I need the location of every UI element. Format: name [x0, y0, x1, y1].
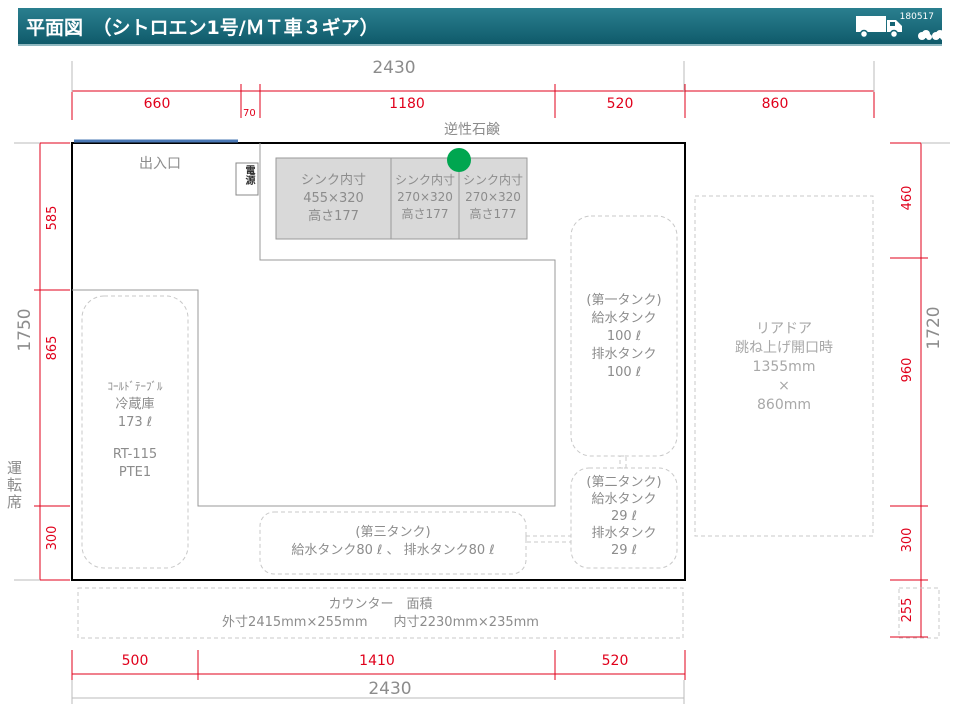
power-label: 電源	[243, 165, 254, 185]
rear-door-line: リアドア	[756, 321, 812, 337]
dim-bottom-seg1: 500	[121, 653, 149, 669]
sink-2: シンク内寸 270×320 高さ177	[391, 172, 459, 223]
dim-top-total: 2430	[372, 58, 416, 78]
dim-bottom-total: 2430	[368, 679, 412, 699]
dim-top-seg2: 70	[243, 108, 256, 119]
dim-top-seg3: 1180	[389, 96, 425, 112]
fridge-line: PTE1	[118, 465, 152, 480]
fridge-line: ｺｰﾙﾄﾞﾃｰﾌﾞﾙ	[107, 380, 163, 393]
driver-seat-label: 運転席	[5, 460, 23, 511]
tank-2-line: 29 ℓ	[610, 543, 638, 558]
sink-2-line: シンク内寸	[394, 173, 455, 187]
sink-3-line: 270×320	[465, 190, 521, 204]
dim-top-seg1: 660	[143, 96, 171, 112]
fridge-line	[82, 432, 188, 446]
fridge-line: RT-115	[112, 447, 158, 462]
tank-3-label: (第三タンク) 給水タンク80 ℓ 、 排水タンク80 ℓ	[260, 524, 526, 560]
sink-3: シンク内寸 270×320 高さ177	[459, 172, 527, 223]
tank-1-line: 100 ℓ	[606, 365, 642, 380]
sink-1-line: 455×320	[303, 191, 364, 206]
tank-2-line: (第二タンク)	[586, 475, 662, 490]
entrance-label: 出入口	[139, 156, 181, 172]
tank-2-line: 給水タンク	[591, 492, 657, 507]
rear-door-line: 跳ね上げ開口時	[735, 340, 833, 356]
dim-left-seg3: 300	[45, 525, 60, 551]
tank-2-label: (第二タンク) 給水タンク 29 ℓ 排水タンク 29 ℓ	[571, 474, 677, 559]
rear-door-label: リアドア 跳ね上げ開口時 1355mm × 860mm	[695, 320, 873, 415]
sink-2-line: 高さ177	[401, 207, 449, 221]
tank-3-line: (第三タンク)	[355, 525, 431, 540]
rear-door-line: 1355mm	[752, 359, 816, 375]
tank-1-line: 排水タンク	[591, 347, 657, 362]
dim-bottom-seg2: 1410	[359, 653, 395, 669]
dim-left-seg2: 865	[45, 335, 60, 361]
tank-2-line: 29 ℓ	[610, 509, 638, 524]
tank-2-line: 排水タンク	[591, 526, 657, 541]
tank-3-line: 給水タンク80 ℓ 、 排水タンク80 ℓ	[291, 543, 495, 558]
tank-1-line: 給水タンク	[591, 311, 657, 326]
tank-1-line: (第一タンク)	[586, 293, 662, 308]
dim-right-seg4: 255	[900, 597, 915, 623]
dim-top-seg5: 860	[761, 96, 789, 112]
sink-2-line: 270×320	[397, 190, 453, 204]
sink-1-line: シンク内寸	[300, 173, 366, 188]
dim-right-seg1: 460	[900, 185, 915, 211]
rear-door-line: ×	[778, 378, 790, 394]
rear-door-line: 860mm	[757, 397, 811, 413]
dim-left-seg1: 585	[45, 205, 60, 231]
dim-right-seg3: 300	[900, 527, 915, 553]
dim-left-total: 1750	[15, 308, 35, 352]
dim-right-total: 1720	[924, 306, 944, 350]
sink-3-line: シンク内寸	[462, 173, 523, 187]
sink-3-line: 高さ177	[469, 207, 517, 221]
dim-top-seg4: 520	[606, 96, 634, 112]
soap-label: 逆性石鹸	[444, 122, 500, 138]
fridge-line: 冷蔵庫	[115, 397, 155, 412]
fridge-label: ｺｰﾙﾄﾞﾃｰﾌﾞﾙ 冷蔵庫 173 ℓ RT-115 PTE1	[82, 378, 188, 482]
sink-1-line: 高さ177	[308, 209, 359, 224]
counter-label: カウンター 面積 外寸2415mm×255mm 内寸2230mm×235mm	[78, 596, 683, 632]
soap-dot	[447, 148, 471, 172]
counter-line: カウンター 面積	[328, 597, 433, 612]
tank-1-line: 100 ℓ	[606, 329, 642, 344]
dim-bottom-seg3: 520	[601, 653, 629, 669]
sink-1: シンク内寸 455×320 高さ177	[276, 172, 391, 226]
counter-line: 外寸2415mm×255mm 内寸2230mm×235mm	[222, 615, 539, 630]
dim-right-seg2: 960	[900, 357, 915, 383]
fridge-line: 173 ℓ	[117, 415, 153, 430]
tank-1-label: (第一タンク) 給水タンク 100 ℓ 排水タンク 100 ℓ	[571, 292, 677, 382]
